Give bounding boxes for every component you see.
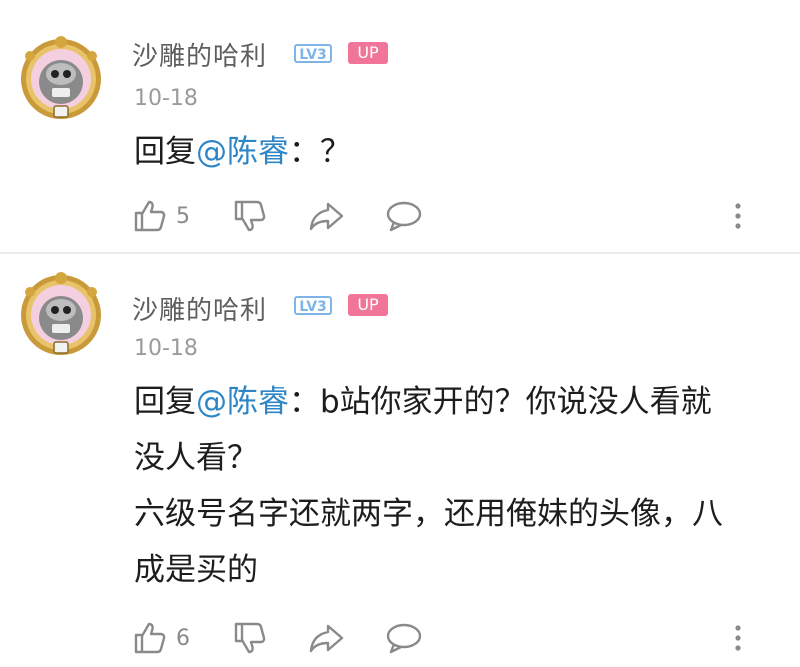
avatar-icon (21, 272, 101, 355)
comment-line: 回复@陈睿：b站你家开的？你说没人看就 (134, 374, 774, 430)
level-badge: LV3 (294, 296, 332, 315)
comment-line: 成是买的 (134, 552, 258, 588)
comment-date: 10-18 (134, 336, 198, 361)
comment-text: 回复@陈睿：b站你家开的？你说没人看就 没人看？ 六级号名字还就两字，还用俺妹的… (134, 374, 774, 598)
mention-link[interactable]: @陈睿 (196, 384, 289, 420)
username[interactable]: 沙雕的哈利 (132, 290, 267, 327)
like-count: 6 (176, 625, 190, 651)
comment-content: ：b站你家开的？你说没人看就 (289, 384, 712, 420)
reply-button[interactable] (384, 618, 424, 658)
avatar[interactable] (18, 272, 104, 358)
share-button[interactable] (308, 618, 346, 658)
dislike-button[interactable] (232, 618, 268, 658)
up-badge: UP (348, 294, 388, 316)
more-options-button[interactable] (732, 618, 744, 658)
comment-line: 没人看？ (134, 440, 258, 476)
comment-item: 沙雕的哈利 LV3 UP 10-18 回复@陈睿：b站你家开的？你说没人看就 没… (0, 0, 800, 654)
comment-actions: 6 (132, 618, 772, 658)
comment-icon (384, 620, 424, 656)
reply-prefix: 回复 (134, 384, 196, 420)
share-icon (308, 620, 346, 656)
more-icon (732, 620, 744, 656)
thumbs-down-icon (232, 620, 268, 656)
like-button[interactable]: 6 (132, 618, 190, 658)
comment-line: 六级号名字还就两字，还用俺妹的头像，八 (134, 496, 723, 532)
thumbs-up-icon (132, 620, 168, 656)
